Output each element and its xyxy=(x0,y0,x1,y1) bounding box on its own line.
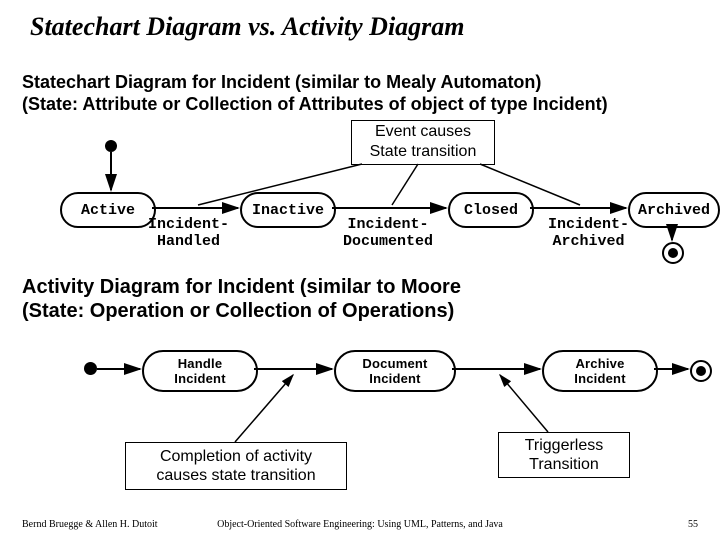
final-state-marker xyxy=(662,242,684,264)
footer-page-number: 55 xyxy=(688,519,698,530)
event-causes-line1: Event causes xyxy=(375,123,471,140)
initial-state-dot xyxy=(105,140,117,152)
final-state-inner xyxy=(668,248,678,258)
transition-incident-archived: Incident- Archived xyxy=(548,216,629,250)
activity-document-incident: Document Incident xyxy=(334,350,456,392)
activity-final-marker xyxy=(690,360,712,382)
event-causes-box: Event causes State transition xyxy=(351,120,495,165)
statechart-subtitle-2: (State: Attribute or Collection of Attri… xyxy=(22,94,608,115)
state-active: Active xyxy=(60,192,156,228)
activity-header: Activity Diagram for Incident (similar t… xyxy=(22,275,461,323)
caption-completion-box: Completion of activity causes state tran… xyxy=(125,442,347,490)
page-title: Statechart Diagram vs. Activity Diagram xyxy=(30,12,465,42)
activity-initial-dot xyxy=(84,362,97,375)
activity-final-inner xyxy=(696,366,706,376)
slide: Statechart Diagram vs. Activity Diagram … xyxy=(0,0,720,540)
footer-title: Object-Oriented Software Engineering: Us… xyxy=(0,519,720,530)
caption-triggerless-box: Triggerless Transition xyxy=(498,432,630,478)
state-archived: Archived xyxy=(628,192,720,228)
activity-handle-incident: Handle Incident xyxy=(142,350,258,392)
activity-archive-incident: Archive Incident xyxy=(542,350,658,392)
event-causes-line2: State transition xyxy=(370,143,477,160)
transition-incident-documented: Incident- Documented xyxy=(343,216,433,250)
statechart-subtitle-1: Statechart Diagram for Incident (similar… xyxy=(22,72,541,93)
state-inactive: Inactive xyxy=(240,192,336,228)
transition-incident-handled: Incident- Handled xyxy=(148,216,229,250)
state-closed: Closed xyxy=(448,192,534,228)
